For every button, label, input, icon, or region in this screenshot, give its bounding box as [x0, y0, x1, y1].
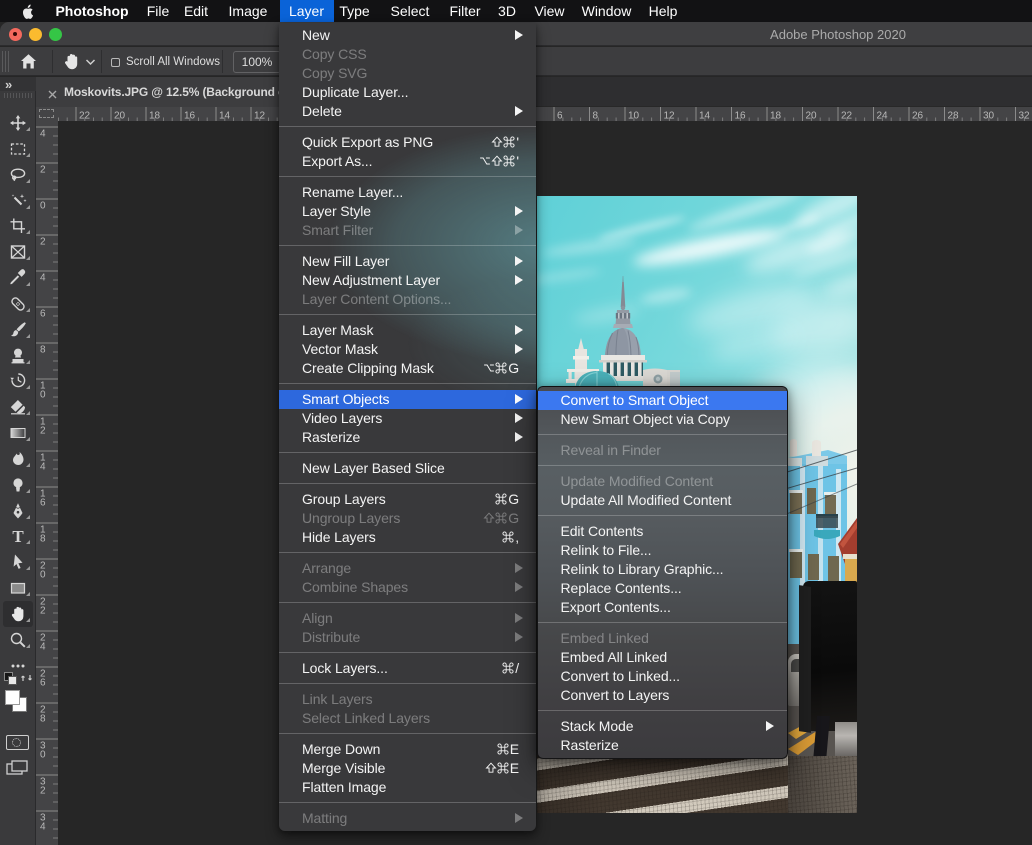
svg-text:30: 30 [983, 111, 995, 122]
svg-text:22: 22 [841, 111, 853, 122]
svg-text:4: 4 [40, 642, 46, 653]
svg-text:20: 20 [114, 111, 126, 122]
svg-text:2: 2 [40, 786, 46, 797]
svg-text:2: 2 [40, 237, 46, 248]
svg-text:16: 16 [735, 111, 747, 122]
svg-text:32: 32 [1019, 111, 1031, 122]
svg-text:0: 0 [40, 750, 46, 761]
svg-text:8: 8 [40, 534, 46, 545]
svg-text:12: 12 [664, 111, 676, 122]
svg-text:2: 2 [40, 165, 46, 176]
svg-text:18: 18 [770, 111, 782, 122]
svg-text:2: 2 [40, 606, 46, 617]
svg-text:4: 4 [40, 822, 46, 833]
svg-text:20: 20 [806, 111, 818, 122]
svg-text:14: 14 [699, 111, 711, 122]
svg-text:16: 16 [184, 111, 196, 122]
svg-text:6: 6 [40, 498, 46, 509]
svg-text:8: 8 [40, 714, 46, 725]
svg-text:24: 24 [877, 111, 889, 122]
svg-text:0: 0 [40, 570, 46, 581]
svg-text:28: 28 [948, 111, 960, 122]
svg-text:26: 26 [912, 111, 924, 122]
svg-text:8: 8 [593, 111, 599, 122]
svg-text:12: 12 [254, 111, 266, 122]
svg-text:6: 6 [40, 678, 46, 689]
svg-text:6: 6 [557, 111, 563, 122]
svg-text:8: 8 [40, 345, 46, 356]
svg-text:18: 18 [149, 111, 161, 122]
svg-text:22: 22 [79, 111, 91, 122]
svg-text:2: 2 [40, 426, 46, 437]
svg-text:4: 4 [40, 129, 46, 140]
svg-text:6: 6 [40, 309, 46, 320]
svg-text:0: 0 [40, 390, 46, 401]
svg-text:4: 4 [40, 273, 46, 284]
svg-text:14: 14 [219, 111, 231, 122]
svg-text:T: T [12, 527, 24, 545]
svg-text:4: 4 [40, 462, 46, 473]
svg-text:10: 10 [628, 111, 640, 122]
svg-text:0: 0 [40, 201, 46, 212]
